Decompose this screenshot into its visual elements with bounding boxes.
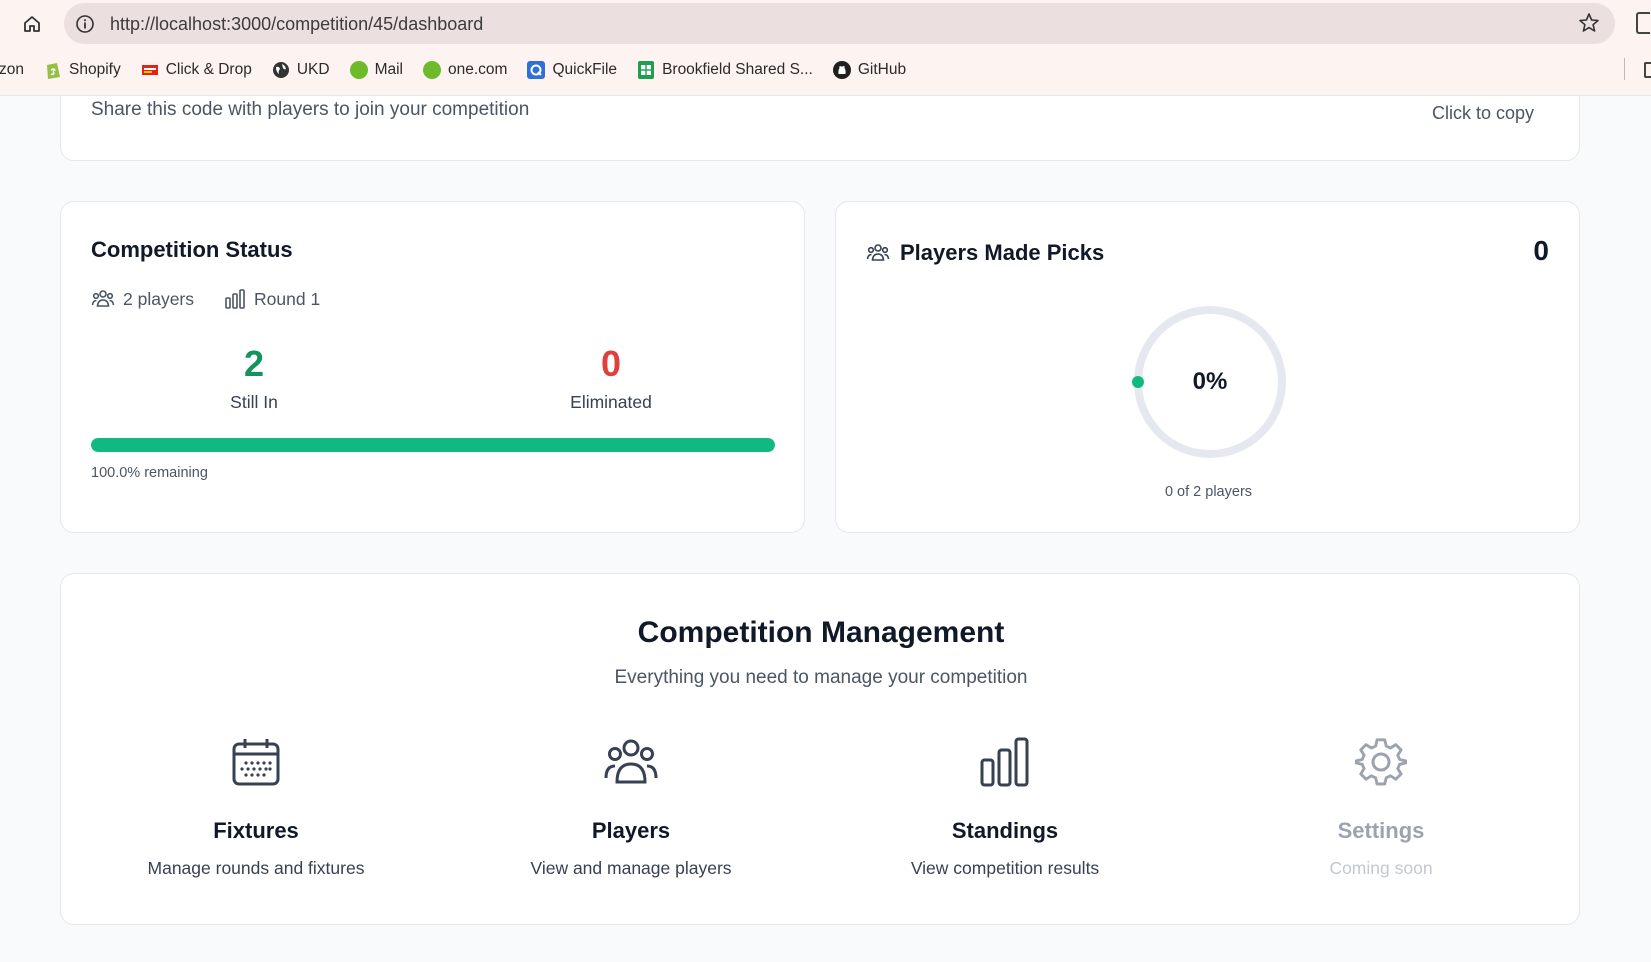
- bookmark-ukd[interactable]: UKD: [272, 56, 330, 84]
- gear-icon: [1353, 734, 1409, 790]
- users-icon: [91, 290, 115, 307]
- bookmark-label: Mail: [374, 61, 403, 78]
- fixtures-tile-title: Fixtures: [213, 818, 299, 843]
- bookmark-label: GitHub: [857, 61, 907, 78]
- site-info-icon[interactable]: [74, 13, 96, 35]
- management-subtitle: Everything you need to manage your compe…: [614, 667, 1028, 688]
- sheets-icon: [637, 61, 655, 79]
- management-title: Competition Management: [637, 616, 1005, 649]
- bookmark-label: one.com: [448, 61, 508, 78]
- standings-tile-desc: View competition results: [910, 858, 1100, 878]
- competition-management-card: Competition Management Everything you ne…: [60, 573, 1580, 925]
- fixtures-tile-desc: Manage rounds and fixtures: [147, 858, 365, 878]
- picks-count: 0: [1533, 235, 1549, 266]
- eliminated-count: 0: [600, 343, 622, 384]
- copy-code-button[interactable]: Click to copy: [1432, 103, 1534, 124]
- settings-tile-desc: Coming soon: [1329, 858, 1433, 878]
- competition-status-card: Competition Status 2 players Round 1 2 S…: [60, 201, 805, 533]
- bookmark-one-com[interactable]: one.com: [423, 56, 507, 84]
- standings-tile[interactable]: Standings View competition results: [855, 734, 1155, 879]
- users-icon: [866, 244, 890, 261]
- fixtures-tile[interactable]: Fixtures Manage rounds and fixtures: [106, 734, 406, 879]
- settings-tile-title: Settings: [1337, 818, 1425, 843]
- players-made-picks-card: Players Made Picks 0 0% 0 of 2 players: [835, 201, 1580, 533]
- remaining-progress-fill: [91, 438, 775, 452]
- eliminated-stat: 0 Eliminated: [511, 344, 711, 413]
- still-in-label: Still In: [230, 392, 278, 412]
- players-tile[interactable]: Players View and manage players: [481, 734, 781, 879]
- status-meta: 2 players Round 1: [91, 288, 350, 310]
- player-count-label: 2 players: [123, 288, 195, 309]
- green-dot-icon: [349, 61, 368, 79]
- bookmark-brookfield[interactable]: Brookfield Shared S...: [637, 56, 813, 84]
- royal-mail-icon: [141, 61, 159, 79]
- shopify-icon: [44, 61, 62, 79]
- competition-status-title: Competition Status: [91, 237, 293, 262]
- players-made-picks-title: Players Made Picks: [900, 240, 1105, 265]
- bookmark-click-drop[interactable]: Click & Drop: [141, 56, 252, 84]
- bookmarks-bar: zon Shopify Click & Drop UKD Mail one.co…: [0, 56, 926, 84]
- round-label: Round 1: [254, 288, 321, 309]
- green-dot-icon: [423, 61, 441, 79]
- users-icon: [603, 734, 659, 790]
- picks-caption: 0 of 2 players: [1164, 484, 1253, 500]
- eliminated-label: Eliminated: [570, 392, 652, 412]
- bar-chart-icon: [225, 289, 245, 309]
- bookmark-quickfile[interactable]: QuickFile: [527, 56, 617, 84]
- bookmark-label: QuickFile: [552, 61, 618, 78]
- bookmark-label: Click & Drop: [165, 61, 252, 78]
- bookmark-label: UKD: [296, 61, 330, 78]
- round-indicator: Round 1: [224, 288, 320, 310]
- bookmark-shopify[interactable]: Shopify: [44, 56, 121, 84]
- bookmark-truncated[interactable]: zon: [0, 61, 24, 79]
- player-count: 2 players: [91, 288, 194, 310]
- quickfile-icon: [527, 61, 546, 79]
- invite-code-subtitle: Share this code with players to join you…: [91, 99, 530, 120]
- extensions-icon[interactable]: [1636, 12, 1650, 34]
- bookmark-label: Shopify: [69, 61, 121, 78]
- still-in-count: 2: [243, 343, 265, 384]
- bar-chart-icon: [977, 734, 1033, 790]
- calendar-icon: [228, 734, 284, 790]
- globe-icon: [272, 61, 290, 79]
- home-button[interactable]: [18, 10, 46, 38]
- players-tile-desc: View and manage players: [530, 858, 732, 878]
- bookmark-mail[interactable]: Mail: [349, 56, 403, 84]
- address-bar[interactable]: http://localhost:3000/competition/45/das…: [64, 3, 1615, 44]
- github-icon: [832, 61, 851, 79]
- all-bookmarks-icon[interactable]: [1644, 62, 1651, 78]
- remaining-text: 100.0% remaining: [91, 465, 208, 481]
- picks-percent: 0%: [1192, 368, 1228, 395]
- picks-header: Players Made Picks: [866, 240, 1104, 266]
- bookmark-label: Brookfield Shared S...: [662, 61, 813, 78]
- bookmark-star-icon[interactable]: [1577, 11, 1601, 35]
- settings-tile: Settings Coming soon: [1231, 734, 1531, 879]
- browser-chrome: http://localhost:3000/competition/45/das…: [0, 0, 1651, 96]
- url-text: http://localhost:3000/competition/45/das…: [110, 14, 484, 34]
- standings-tile-title: Standings: [951, 818, 1059, 843]
- home-icon: [24, 16, 40, 32]
- still-in-stat: 2 Still In: [154, 344, 354, 413]
- bookmarks-separator: [1624, 58, 1625, 80]
- players-tile-title: Players: [591, 818, 671, 843]
- remaining-progress-bar: [91, 438, 775, 452]
- bookmark-github[interactable]: GitHub: [832, 56, 907, 84]
